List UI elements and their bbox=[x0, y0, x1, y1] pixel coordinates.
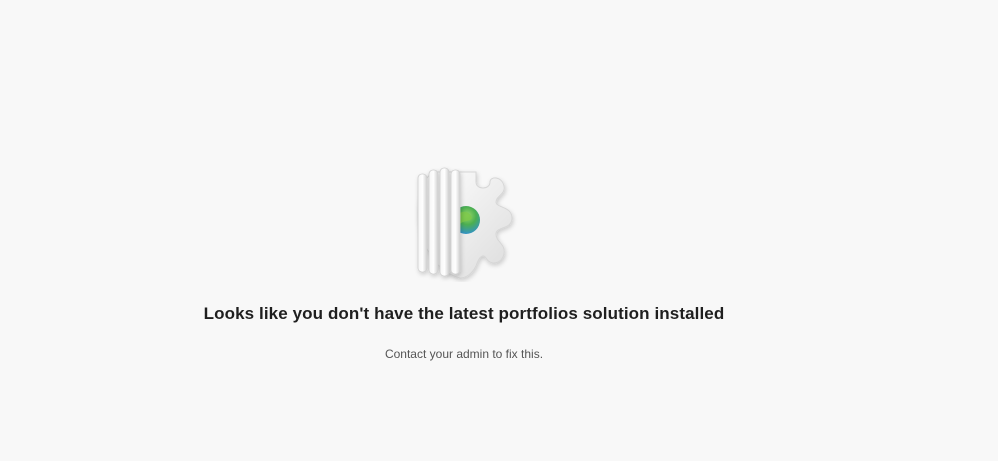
empty-state: Looks like you don't have the latest por… bbox=[0, 0, 998, 461]
empty-state-title: Looks like you don't have the latest por… bbox=[203, 304, 725, 323]
shield-puzzle-globe-icon bbox=[410, 160, 518, 282]
empty-state-message: Contact your admin to fix this. bbox=[384, 347, 544, 361]
